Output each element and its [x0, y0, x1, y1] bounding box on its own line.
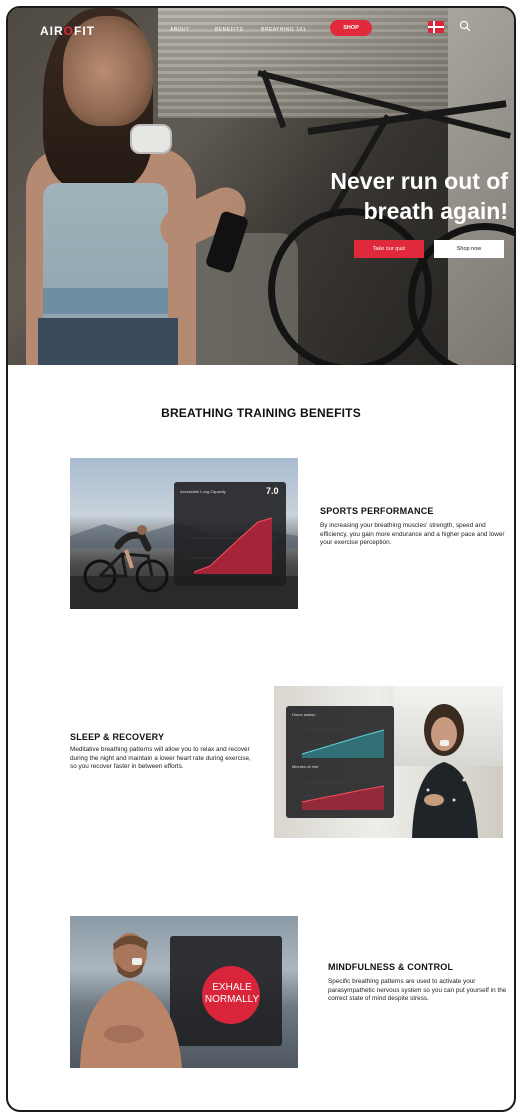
sports-performance-image: Accessible Lung Capacity 7.0: [70, 458, 298, 609]
sleep-recovery-image: Hours asleep Minutes of rest: [274, 686, 503, 838]
sleep-chart: [300, 729, 386, 758]
benefit-text: Meditative breathing patterns will allow…: [70, 746, 251, 770]
benefit-text: Specific breathing patterns are used to …: [328, 978, 507, 1002]
sleep-stats-card: Hours asleep Minutes of rest: [286, 706, 394, 818]
flag-icon[interactable]: [428, 21, 444, 33]
benefit-title: SLEEP & RECOVERY: [70, 732, 165, 742]
lung-capacity-card: Accessible Lung Capacity 7.0: [174, 482, 286, 586]
nav-benefits[interactable]: BENEFITS: [215, 27, 243, 33]
benefit-text: By increasing your breathing muscles' st…: [320, 522, 505, 546]
benefit-title: MINDFULNESS & CONTROL: [328, 962, 454, 972]
exhale-text: EXHALE NORMALLY: [204, 982, 260, 1005]
benefit-title: SPORTS PERFORMANCE: [320, 506, 434, 516]
person: [412, 704, 478, 838]
mindfulness-image: EXHALE NORMALLY: [70, 916, 298, 1068]
rest-chart: [300, 781, 386, 810]
nav-breathing-101[interactable]: BREATHING 101: [261, 27, 306, 33]
person: [80, 933, 182, 1068]
hero-section: AIROFIT ABOUT BENEFITS BREATHING 101 SHO…: [8, 8, 514, 365]
cyclist: [83, 525, 169, 593]
lung-capacity-chart: [190, 517, 276, 574]
shop-button[interactable]: SHOP: [330, 20, 372, 36]
take-quiz-button[interactable]: Take our quiz: [354, 240, 424, 258]
logo[interactable]: AIROFIT: [40, 24, 95, 38]
shop-now-button[interactable]: Shop now: [434, 240, 504, 258]
page-frame: AIROFIT ABOUT BENEFITS BREATHING 101 SHO…: [6, 6, 516, 1112]
search-icon[interactable]: [459, 20, 471, 32]
section-title: BREATHING TRAINING BENEFITS: [161, 406, 361, 420]
hero-headline: Never run out of breath again!: [330, 168, 508, 224]
nav-about[interactable]: ABOUT: [170, 27, 190, 33]
top-nav: AIROFIT ABOUT BENEFITS BREATHING 101 SHO…: [8, 8, 514, 52]
